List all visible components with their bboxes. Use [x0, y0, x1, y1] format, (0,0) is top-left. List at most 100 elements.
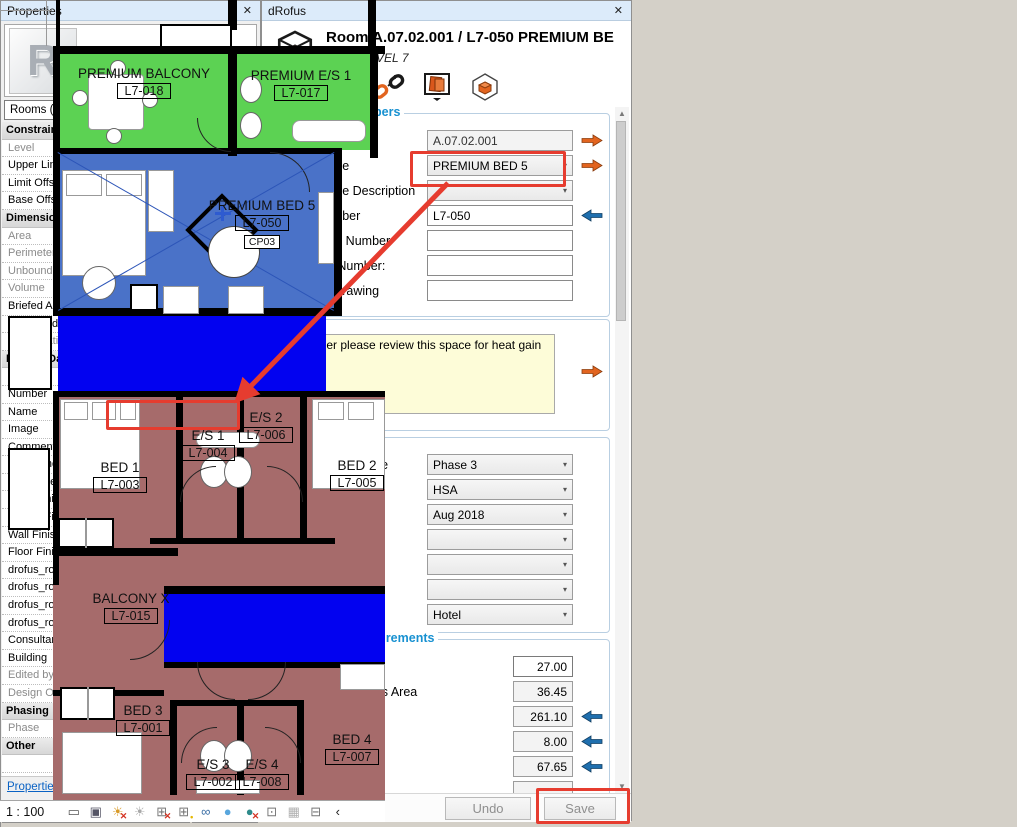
room-name: BED 4 — [282, 732, 385, 747]
wall — [370, 46, 378, 158]
room-tag[interactable]: L7-005 — [330, 475, 385, 491]
room-tag[interactable]: L7-017 — [274, 85, 329, 101]
field-combo-rds-arch[interactable]: ▾ — [427, 529, 573, 550]
detail-level-icon[interactable]: ▣ — [87, 803, 104, 820]
show-3d-icon[interactable] — [468, 71, 502, 103]
drofus-title: dRofus — [268, 4, 306, 18]
temporary-hide-isolate-icon-glyph: ● — [224, 804, 232, 819]
overlay-glyph: • — [190, 812, 193, 822]
room-label-l7-050: PREMIUM BED 5 L7-050 CP03 — [192, 198, 332, 250]
analytical-model-off-icon-glyph: ▦ — [288, 804, 300, 820]
field-combo-rds-eng[interactable]: ▾ — [427, 554, 573, 575]
room-name: PREMIUM BED 5 — [192, 198, 332, 213]
wall — [150, 538, 335, 544]
worksharing-display-off-icon[interactable]: ●✕ — [241, 803, 258, 820]
pull-from-revit-button[interactable] — [573, 735, 603, 748]
collapse-bar-icon-glyph: ‹ — [336, 804, 340, 819]
sun-path-off-icon[interactable]: ☀✕ — [109, 803, 126, 820]
field-combo-room-name[interactable]: PREMIUM BED 5▾ — [427, 155, 573, 176]
section-header-label: Other — [6, 740, 35, 752]
wall — [53, 391, 385, 397]
room-name: E/S 2 — [196, 410, 336, 425]
temporary-hide-isolate-icon[interactable]: ● — [219, 803, 236, 820]
crop-view-off-icon[interactable]: ⊞✕ — [153, 803, 170, 820]
room-tag[interactable]: L7-050 — [235, 215, 290, 231]
finish-tag[interactable]: CP03 — [244, 235, 280, 249]
drofus-scrollbar[interactable]: ▲ ▼ — [615, 107, 629, 793]
bathtub — [292, 120, 366, 142]
field-input-room-number[interactable]: L7-050 — [427, 205, 573, 226]
field-numeric[interactable]: 27.00 — [513, 656, 573, 677]
scroll-up-icon[interactable]: ▲ — [615, 109, 629, 118]
room-tag[interactable]: L7-007 — [325, 749, 380, 765]
pull-from-revit-button[interactable] — [573, 760, 603, 773]
detail-level-icon-glyph: ▣ — [90, 804, 102, 820]
field-combo-delivery-month[interactable]: Aug 2018▾ — [427, 504, 573, 525]
shadows-off-icon[interactable]: ☀ — [131, 803, 148, 820]
scrollbar-thumb[interactable] — [616, 121, 626, 321]
pull-from-revit-button[interactable] — [573, 209, 603, 222]
undo-button[interactable]: Undo — [445, 797, 531, 820]
field-combo-consultant[interactable]: HSA▾ — [427, 479, 573, 500]
field-input-name-on-drawing[interactable] — [427, 280, 573, 301]
room-label-l7-007: BED 4 L7-007 — [282, 732, 385, 766]
cabinet — [130, 284, 158, 311]
grid-line — [0, 10, 52, 11]
close-icon[interactable]: ✕ — [241, 4, 254, 17]
pillow — [92, 402, 116, 420]
pillow — [66, 174, 102, 196]
overlay-glyph: ✕ — [120, 811, 128, 822]
push-to-drofus-button[interactable] — [573, 159, 603, 172]
push-to-drofus-button[interactable] — [573, 134, 603, 147]
field-numeric — [513, 781, 573, 793]
open-in-drofus-icon[interactable] — [420, 71, 454, 103]
collapse-bar-icon[interactable]: ‹ — [329, 803, 346, 820]
chair — [163, 286, 199, 314]
corridor-band-upper[interactable] — [58, 316, 326, 391]
reveal-constraints-icon[interactable]: ⊟ — [307, 803, 324, 820]
reveal-hidden-elements-icon[interactable]: ∞ — [197, 803, 214, 820]
chevron-down-icon: ▾ — [563, 610, 567, 619]
room-label-l7-003: BED 1L7-003 — [50, 460, 190, 494]
temporary-view-properties-icon[interactable]: ⊡ — [263, 803, 280, 820]
chevron-down-icon: ▾ — [563, 485, 567, 494]
field-numeric: 36.45 — [513, 681, 573, 702]
analytical-model-off-icon[interactable]: ▦ — [285, 803, 302, 820]
field-combo-space-type[interactable]: Hotel▾ — [427, 604, 573, 625]
scroll-down-icon[interactable]: ▼ — [615, 782, 629, 791]
shaft — [160, 24, 232, 48]
floor-plan-view[interactable]: PREMIUM BALCONYL7-018PREMIUM E/S 1L7-017… — [0, 0, 385, 822]
reveal-hidden-elements-icon-glyph: ∞ — [201, 804, 210, 819]
field-input-user-room-number[interactable] — [427, 230, 573, 251]
save-button[interactable]: Save — [544, 797, 616, 820]
view-scale-control[interactable]: 1 : 100 — [6, 805, 44, 819]
field-input-additional-number-[interactable] — [427, 255, 573, 276]
push-note-to-drofus-button[interactable] — [563, 365, 603, 378]
room-tag[interactable]: L7-004 — [181, 445, 236, 461]
room-tag[interactable]: L7-001 — [116, 720, 171, 736]
close-icon[interactable]: ✕ — [612, 4, 625, 17]
combo-value: PREMIUM BED 5 — [433, 159, 528, 173]
room-tag[interactable]: L7-008 — [235, 774, 290, 790]
pull-from-revit-button[interactable] — [573, 710, 603, 723]
visual-style-icon-glyph: ▭ — [68, 804, 80, 820]
show-crop-region-icon-glyph: ⊞ — [178, 804, 189, 820]
reveal-constraints-icon-glyph: ⊟ — [310, 804, 321, 820]
room-label-l7-001: BED 3L7-001 — [73, 703, 213, 737]
pillow — [106, 174, 142, 196]
room-tag[interactable]: L7-018 — [117, 83, 172, 99]
field-numeric: 8.00 — [513, 731, 573, 752]
field-combo-revit-model[interactable]: ▾ — [427, 579, 573, 600]
room-name: E/S 1 — [138, 428, 278, 443]
room-name: PREMIUM E/S 1 — [231, 68, 371, 83]
chevron-down-icon: ▾ — [563, 510, 567, 519]
field-combo-room-name-description[interactable]: ▾ — [427, 180, 573, 201]
show-crop-region-icon[interactable]: ⊞• — [175, 803, 192, 820]
room-tag[interactable]: L7-003 — [93, 477, 148, 493]
window-mullion — [85, 518, 87, 548]
bed — [62, 732, 142, 794]
room-label-l7-015: BALCONY XL7-015 — [61, 591, 201, 625]
room-tag[interactable]: L7-015 — [104, 608, 159, 624]
field-combo-construction-phase[interactable]: Phase 3▾ — [427, 454, 573, 475]
visual-style-icon[interactable]: ▭ — [65, 803, 82, 820]
